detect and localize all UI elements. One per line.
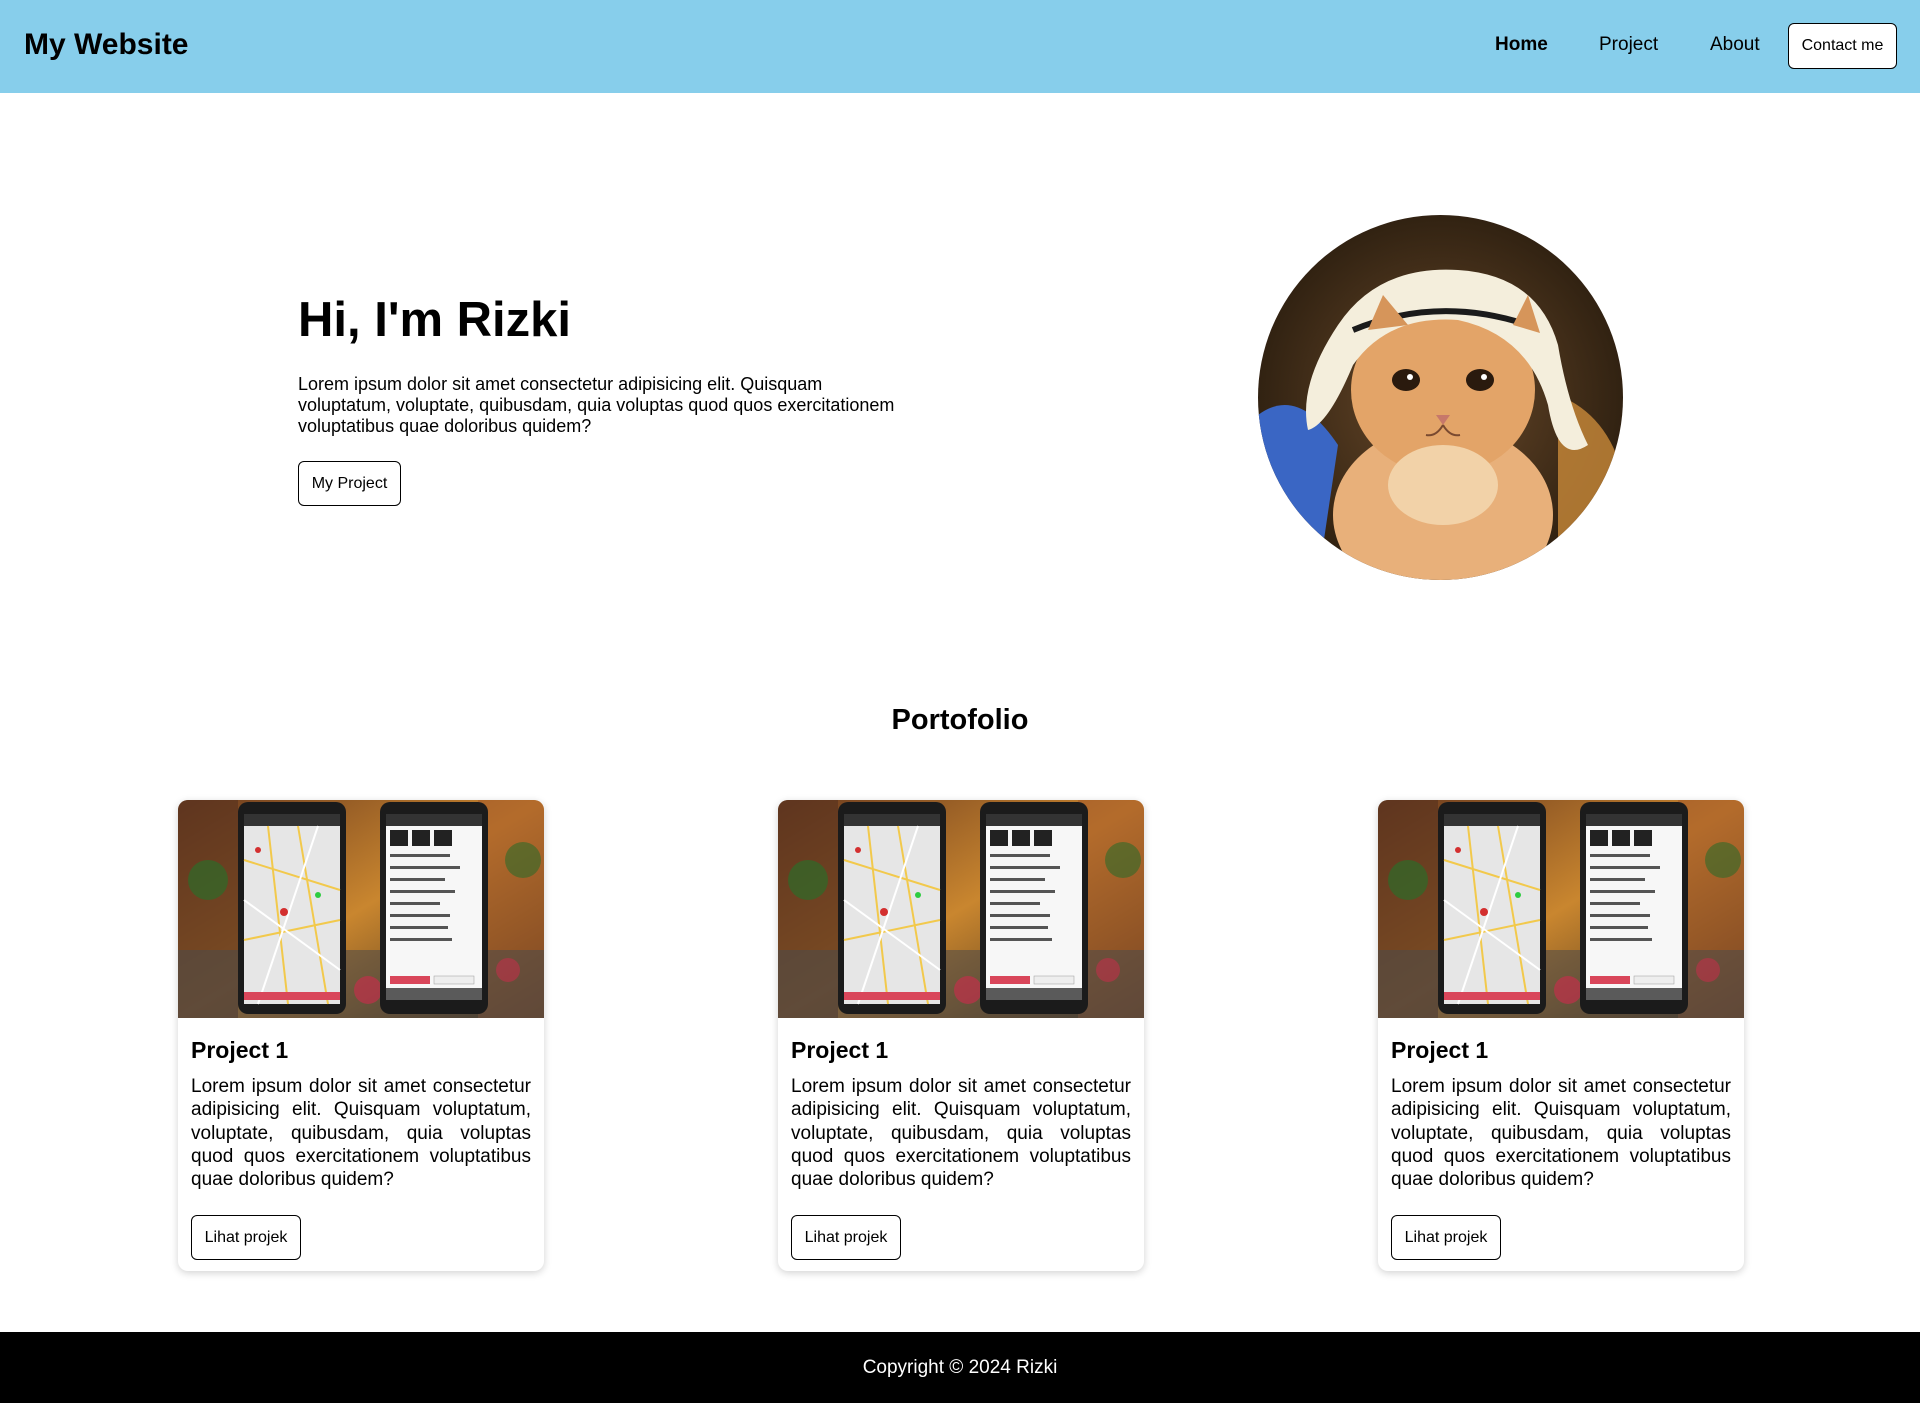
project-card-description: Lorem ipsum dolor sit amet consectetur a… [1391, 1076, 1731, 1191]
project-card: Project 1 Lorem ipsum dolor sit amet con… [1378, 800, 1744, 1271]
project-card-description: Lorem ipsum dolor sit amet consectetur a… [791, 1076, 1131, 1191]
contact-me-button[interactable]: Contact me [1788, 23, 1897, 69]
view-project-button[interactable]: Lihat projek [791, 1215, 901, 1260]
my-project-button[interactable]: My Project [298, 461, 401, 506]
profile-avatar-image [1258, 215, 1623, 580]
project-card-description: Lorem ipsum dolor sit amet consectetur a… [191, 1076, 531, 1191]
hero-title: Hi, I'm Rizki [298, 293, 572, 347]
project-card-title: Project 1 [191, 1037, 289, 1063]
view-project-button[interactable]: Lihat projek [191, 1215, 301, 1260]
project-thumbnail-image [1378, 800, 1744, 1018]
top-navbar: My Website Home Project About Contact me [0, 0, 1920, 93]
project-card: Project 1 Lorem ipsum dolor sit amet con… [778, 800, 1144, 1271]
footer-copyright: Copyright © 2024 Rizki [862, 1356, 1058, 1378]
page-footer: Copyright © 2024 Rizki [0, 1332, 1920, 1403]
nav-link-project[interactable]: Project [1599, 34, 1658, 56]
project-card: Project 1 Lorem ipsum dolor sit amet con… [178, 800, 544, 1271]
nav-link-home[interactable]: Home [1495, 34, 1548, 56]
project-card-title: Project 1 [1391, 1037, 1489, 1063]
project-card-title: Project 1 [791, 1037, 889, 1063]
project-thumbnail-image [778, 800, 1144, 1018]
site-brand[interactable]: My Website [24, 28, 189, 62]
nav-link-about[interactable]: About [1710, 34, 1760, 56]
view-project-button[interactable]: Lihat projek [1391, 1215, 1501, 1260]
project-thumbnail-image [178, 800, 544, 1018]
portfolio-heading: Portofolio [891, 704, 1029, 736]
hero-description: Lorem ipsum dolor sit amet consectetur a… [298, 374, 895, 436]
